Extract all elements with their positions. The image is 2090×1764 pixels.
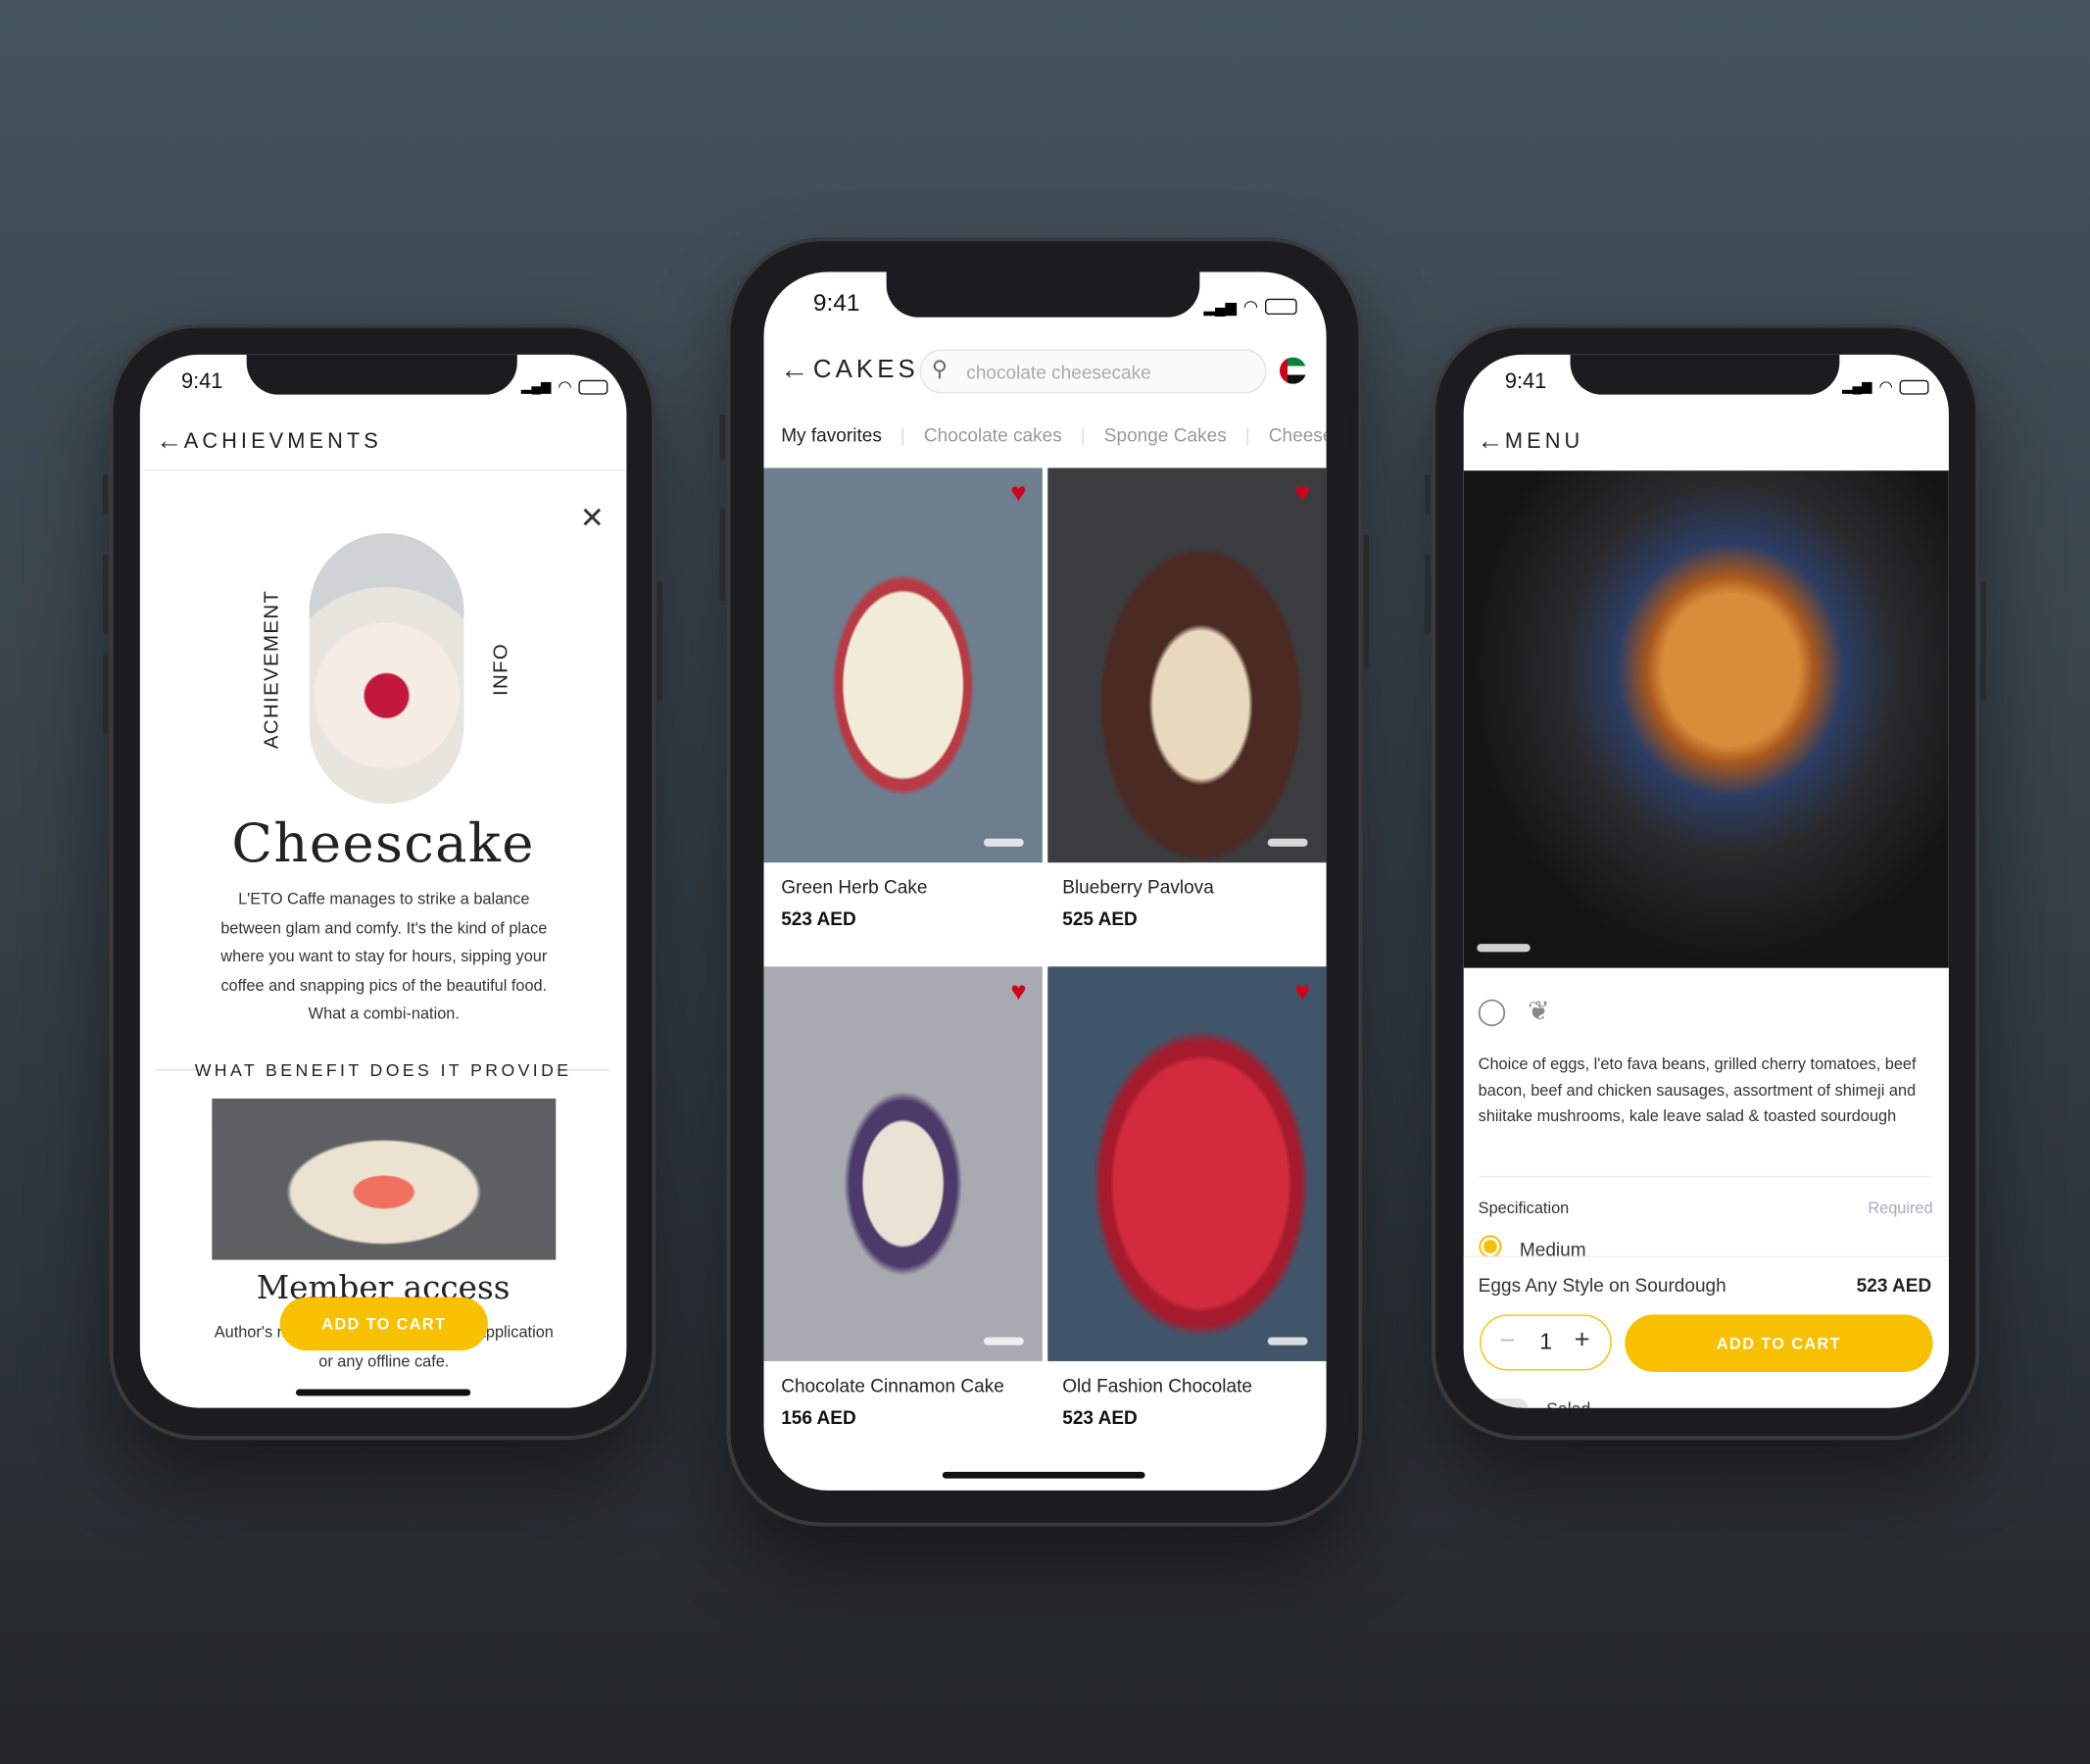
page-title: MENU [1504,430,1584,454]
herb-icon: ❦ [1528,997,1550,1027]
cheesecake-image [309,533,464,805]
product-price: 525 AED [1062,907,1138,930]
status-icons: ▂▄▆ ◠ [1203,296,1297,318]
heart-icon[interactable]: ♥ [1294,977,1310,1007]
product-name[interactable]: Chocolate Cinnamon Cake [781,1375,1004,1396]
screen-achievements: 9:41 ▂▄▆ ◠ ← ACHIEVMENTS ✕ ACHIEVEMENT IN… [139,354,627,1408]
back-arrow-icon[interactable]: ← [780,352,809,386]
option-salad[interactable]: Salad [1546,1398,1590,1408]
screen-cakes: 9:41 ▂▄▆ ◠ ← CAKES ⚲ chocolate cheesecake… [763,271,1327,1491]
heart-icon[interactable]: ♥ [1010,478,1026,509]
product-name: Eggs Any Style on Sourdough [1478,1274,1726,1297]
search-icon: ⚲ [931,358,948,382]
bottom-sheet: Eggs Any Style on Sourdough 523 AED − 1 … [1463,1255,1949,1408]
product-card[interactable]: ♥ [763,966,1043,1361]
product-card[interactable]: ♥ [1047,966,1327,1361]
specification-label: Specification [1478,1198,1570,1218]
product-price: 156 AED [781,1406,856,1428]
quantity-value: 1 [1539,1329,1553,1355]
back-arrow-icon[interactable]: ← [1477,426,1503,457]
status-time: 9:41 [812,289,860,317]
status-icons: ▂▄▆ ◠ [1842,377,1929,396]
uae-flag-icon[interactable] [1279,357,1307,384]
required-label: Required [1868,1198,1933,1218]
radio-medium[interactable] [1483,1240,1497,1253]
close-icon[interactable]: ✕ [580,502,605,536]
tab-cheesecakes[interactable]: Cheesec [1269,424,1327,446]
tab-chocolate-cakes[interactable]: Chocolate cakes [924,424,1062,446]
product-name[interactable]: Old Fashion Chocolate [1062,1375,1252,1396]
egg-icon: ◯ [1477,997,1507,1027]
product-name[interactable]: Green Herb Cake [781,876,927,898]
search-value: chocolate cheesecake [966,361,1151,383]
status-time: 9:41 [1504,370,1547,394]
add-to-cart-button[interactable]: ADD TO CART [279,1297,488,1351]
product-name[interactable]: Blueberry Pavlova [1062,876,1214,898]
side-label-achievement[interactable]: ACHIEVEMENT [261,590,283,749]
section-heading: WHAT BENEFIT DOES IT PROVIDE [194,1059,572,1080]
mockup-stage: 9:41 ▂▄▆ ◠ ← ACHIEVMENTS ✕ ACHIEVEMENT IN… [0,0,2090,1764]
item-title: Cheescake [231,812,535,875]
heart-icon[interactable]: ♥ [1294,478,1310,509]
dish-image [1463,470,1949,968]
minus-icon[interactable]: − [1499,1327,1515,1357]
product-price: 523 AED [781,907,856,930]
category-tabs: My favorites | Chocolate cakes | Sponge Ca… [781,424,1326,446]
plus-icon[interactable]: + [1575,1325,1590,1355]
product-price: 523 AED [1856,1274,1932,1297]
side-label-info[interactable]: INFO [490,643,512,696]
product-price: 523 AED [1062,1406,1138,1428]
product-card[interactable]: ♥ [763,467,1043,863]
search-input[interactable]: ⚲ chocolate cheesecake [919,349,1267,394]
page-title: CAKES [812,356,919,384]
macaron-image [212,1098,557,1260]
status-icons: ▂▄▆ ◠ [521,377,608,396]
toggle-salad[interactable] [1480,1398,1529,1408]
divider [139,468,627,471]
page-title: ACHIEVMENTS [183,430,382,454]
dish-description: Choice of eggs, l'eto fava beans, grille… [1478,1054,1917,1126]
screen-menu: 9:41 ▂▄▆ ◠ ← MENU ◯ ❦ Choice of eggs, l'e… [1463,354,1949,1408]
item-description: L'ETO Caffe manages to strike a balance … [220,889,548,1023]
quantity-stepper: − 1 + [1480,1314,1612,1371]
status-time: 9:41 [181,370,223,394]
add-to-cart-button[interactable]: ADD TO CART [1625,1314,1933,1372]
product-card[interactable]: ♥ [1047,467,1327,863]
back-arrow-icon[interactable]: ← [156,426,182,457]
tab-my-favorites[interactable]: My favorites [781,424,882,446]
tab-sponge-cakes[interactable]: Sponge Cakes [1104,424,1227,446]
heart-icon[interactable]: ♥ [1010,977,1026,1007]
